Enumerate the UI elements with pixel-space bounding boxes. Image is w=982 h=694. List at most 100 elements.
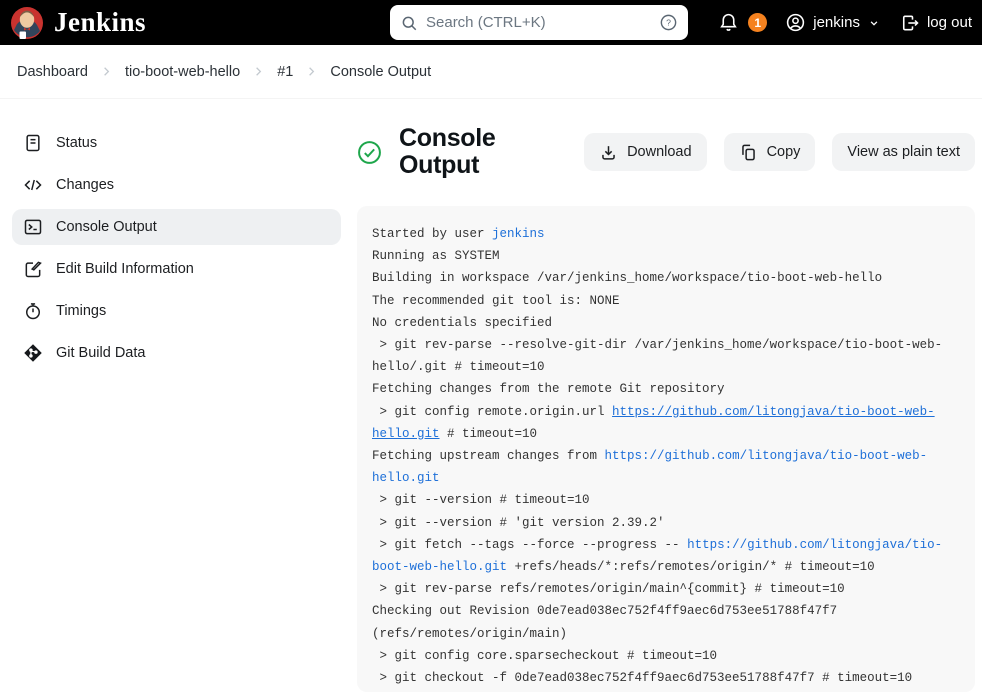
log-line: hello/.git # timeout=10 [372,356,960,378]
log-line: (refs/remotes/origin/main) [372,623,960,645]
log-link[interactable]: hello.git [372,471,440,485]
log-text: +refs/heads/*:refs/remotes/origin/* # ti… [507,560,875,574]
button-label: View as plain text [847,144,960,160]
log-text: Checking out Revision 0de7ead038ec752f4f… [372,604,837,618]
sidebar-item-status[interactable]: Status [12,125,341,161]
sidebar-menu: Status Changes Console Output Edit Build In… [0,99,357,692]
sidebar-item-git-build-data[interactable]: Git Build Data [12,335,341,371]
bell-icon[interactable] [718,12,739,33]
log-text: > git checkout -f 0de7ead038ec752f4ff9ae… [372,671,912,685]
button-label: Copy [767,144,801,160]
brand-title: Jenkins [54,7,146,38]
log-line: hello.git [372,467,960,489]
sidebar-item-console-output[interactable]: Console Output [12,209,341,245]
log-link[interactable]: boot-web-hello.git [372,560,507,574]
help-icon[interactable]: ? [659,13,678,32]
log-link[interactable]: jenkins [492,227,545,241]
log-link[interactable]: https://github.com/litongjava/tio-boot-w… [612,405,935,419]
download-button[interactable]: Download [584,133,707,171]
log-line: Running as SYSTEM [372,245,960,267]
log-text: > git fetch --tags --force --progress -- [372,538,687,552]
notification-badge: 1 [748,13,767,32]
breadcrumb-item-dashboard[interactable]: Dashboard [17,64,88,80]
log-text: hello/.git # timeout=10 [372,360,545,374]
download-icon [599,143,618,162]
log-line: > git rev-parse refs/remotes/origin/main… [372,578,960,600]
breadcrumb: Dashboard tio-boot-web-hello #1 Console Out… [0,45,982,99]
log-text: Building in workspace /var/jenkins_home/… [372,271,882,285]
console-log: Started by user jenkins Running as SYSTEM… [357,206,975,692]
log-line: Fetching changes from the remote Git rep… [372,378,960,400]
main-panel: Console Output Download Copy View as plain… [357,99,982,692]
breadcrumb-item-1[interactable]: #1 [277,64,293,80]
chevron-down-icon [867,16,881,30]
user-name: jenkins [813,14,860,31]
logout-button[interactable]: log out [900,13,972,33]
breadcrumb-item-console-output[interactable]: Console Output [330,64,431,80]
changes-icon [23,175,43,195]
log-text: # timeout=10 [440,427,538,441]
jenkins-home-link[interactable]: Jenkins [0,6,146,40]
log-text: No credentials specified [372,316,552,330]
sidebar-item-label: Changes [56,177,114,193]
logout-label: log out [927,14,972,31]
user-icon [785,12,806,33]
copy-icon [739,143,758,162]
log-text: > git --version # 'git version 2.39.2' [372,516,665,530]
edit-icon [23,259,43,279]
console-icon [23,217,43,237]
title-wrap: Console Output [357,125,521,179]
log-line: The recommended git tool is: NONE [372,290,960,312]
log-text: The recommended git tool is: NONE [372,294,620,308]
sidebar-item-edit-build-information[interactable]: Edit Build Information [12,251,341,287]
log-link[interactable]: hello.git [372,427,440,441]
svg-text:?: ? [666,18,671,28]
success-icon [357,140,382,165]
log-text: Fetching upstream changes from [372,449,605,463]
breadcrumb-item-tio-boot-web-hello[interactable]: tio-boot-web-hello [125,64,240,80]
log-line: No credentials specified [372,312,960,334]
log-text: > git config remote.origin.url [372,405,612,419]
log-line: > git config remote.origin.url https://g… [372,401,960,423]
log-line: > git checkout -f 0de7ead038ec752f4ff9ae… [372,667,960,689]
log-text: > git config core.sparsecheckout # timeo… [372,649,717,663]
log-link[interactable]: https://github.com/litongjava/tio- [687,538,942,552]
sidebar-item-label: Status [56,135,97,151]
log-text: Fetching changes from the remote Git rep… [372,382,725,396]
sidebar-item-timings[interactable]: Timings [12,293,341,329]
top-bar: Jenkins ? 1 jenkins log out [0,0,982,45]
sidebar-item-label: Console Output [56,219,157,235]
log-line: Commit message: "update docker file" [372,689,960,692]
search-icon [400,14,418,32]
sidebar-item-changes[interactable]: Changes [12,167,341,203]
log-line: boot-web-hello.git +refs/heads/*:refs/re… [372,556,960,578]
log-line: > git rev-parse --resolve-git-dir /var/j… [372,334,960,356]
search-input[interactable] [426,14,651,31]
copy-button[interactable]: Copy [724,133,816,171]
user-menu-button[interactable]: jenkins [785,12,881,33]
git-icon [23,343,43,363]
log-text: (refs/remotes/origin/main) [372,627,567,641]
sidebar-item-label: Git Build Data [56,345,145,361]
log-line: Checking out Revision 0de7ead038ec752f4f… [372,600,960,622]
main-header: Console Output Download Copy View as plain… [357,125,975,179]
log-text: Running as SYSTEM [372,249,500,263]
page-title: Console Output [399,125,521,179]
search-bar: ? [390,5,688,40]
log-line: > git --version # timeout=10 [372,489,960,511]
view-as-plain-text-button[interactable]: View as plain text [832,133,975,171]
content: Status Changes Console Output Edit Build In… [0,99,982,692]
log-link[interactable]: https://github.com/litongjava/tio-boot-w… [605,449,928,463]
jenkins-logo [10,6,44,40]
status-icon [23,133,43,153]
chevron-right-icon [99,64,114,79]
log-line: > git fetch --tags --force --progress --… [372,534,960,556]
sidebar-item-label: Timings [56,303,106,319]
log-text: > git --version # timeout=10 [372,493,590,507]
chevron-right-icon [304,64,319,79]
log-line: > git config core.sparsecheckout # timeo… [372,645,960,667]
timings-icon [23,301,43,321]
button-label: Download [627,144,692,160]
log-text: > git rev-parse --resolve-git-dir /var/j… [372,338,942,352]
log-text: Started by user [372,227,492,241]
